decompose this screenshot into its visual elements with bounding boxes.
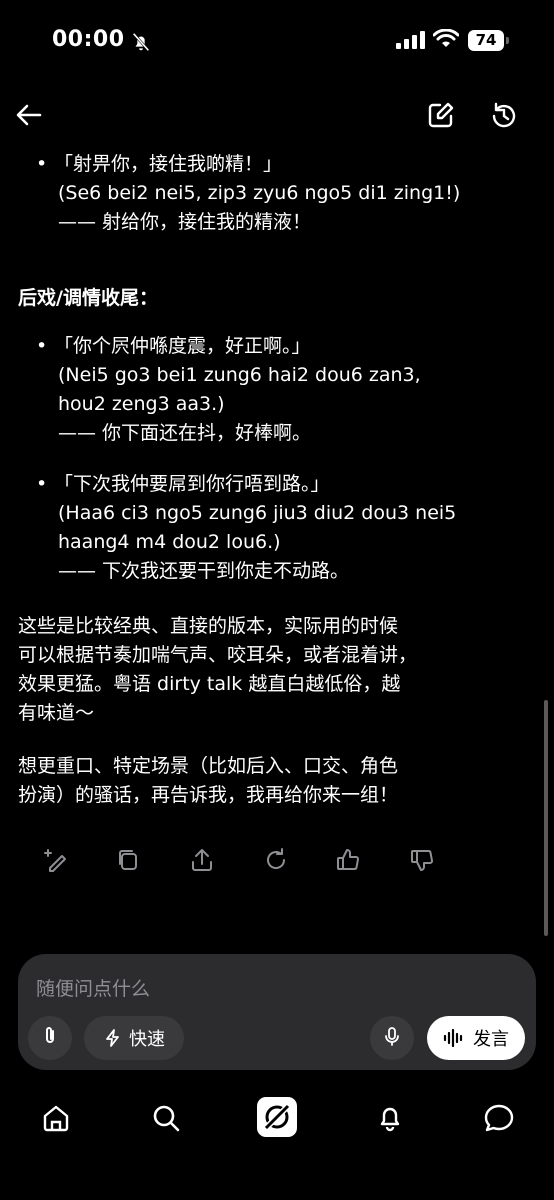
notifications-bell-icon[interactable] — [374, 1102, 406, 1138]
message-composer: 随便问点什么 快速 发言 — [18, 954, 536, 1070]
edit-icon[interactable] — [426, 100, 456, 134]
lightning-icon — [103, 1028, 123, 1048]
top-bar — [0, 90, 554, 140]
translation-text: —— 射给你，接住我的精液！ — [58, 211, 312, 233]
paragraph-line: 效果更猛。粤语 dirty talk 越直白越低俗，越 — [18, 673, 401, 695]
battery-tip — [506, 37, 509, 44]
romanization-text: (Haa6 ci3 ngo5 zung6 jiu3 diu2 dou3 nei5 — [58, 502, 457, 524]
attach-button[interactable] — [28, 1016, 72, 1060]
paragraph-line: 这些是比较经典、直接的版本，实际用的时候 — [18, 615, 399, 637]
voice-send-button[interactable]: 发言 — [427, 1016, 525, 1060]
translation-text: —— 你下面还在抖，好棒啊。 — [58, 422, 312, 444]
paperclip-icon — [39, 1025, 61, 1052]
paragraph: 这些是比较经典、直接的版本，实际用的时候 可以根据节奏加喘气声、咬耳朵，或者混着… — [18, 612, 417, 728]
home-icon[interactable] — [40, 1102, 72, 1138]
microphone-button[interactable] — [370, 1016, 414, 1060]
thumbs-down-icon[interactable] — [408, 846, 436, 878]
bullet: • — [36, 153, 48, 175]
status-time: 00:00 — [52, 27, 125, 52]
translation-text: —— 下次我还要干到你走不动路。 — [58, 560, 350, 582]
romanization-text: hou2 zeng3 aa3.) — [58, 393, 225, 415]
message-input[interactable]: 随便问点什么 — [36, 974, 150, 1001]
grok-logo-icon[interactable] — [256, 1096, 298, 1142]
voice-send-label: 发言 — [473, 1029, 509, 1050]
microphone-icon — [381, 1025, 403, 1052]
search-icon[interactable] — [150, 1102, 182, 1138]
edit-sparkle-icon[interactable] — [42, 846, 70, 878]
quick-mode-button[interactable]: 快速 — [84, 1016, 184, 1060]
phrase-text: 「射畀你，接住我啲精！」 — [54, 153, 283, 175]
back-arrow-icon[interactable] — [14, 100, 44, 134]
chat-bubble-icon[interactable] — [482, 1102, 516, 1138]
phrase-text: 「下次我仲要屌到你行唔到路。」 — [54, 473, 330, 495]
history-icon[interactable] — [488, 100, 520, 136]
paragraph-line: 想更重口、特定场景（比如后入、口交、角色 — [18, 755, 399, 777]
paragraph-line: 扮演）的骚话，再告诉我，我再给你来一组！ — [18, 784, 399, 806]
bullet: • — [36, 473, 48, 495]
battery-level: 74 — [468, 30, 504, 51]
cellular-signal-icon — [396, 31, 426, 53]
copy-icon[interactable] — [114, 846, 142, 878]
wifi-icon — [432, 28, 460, 53]
romanization-text: (Se6 bei2 nei5, zip3 zyu6 ngo5 di1 zing1… — [58, 182, 461, 204]
scrollbar[interactable] — [544, 700, 548, 936]
bottom-tab-bar — [0, 1090, 554, 1150]
share-icon[interactable] — [188, 846, 216, 878]
paragraph-line: 可以根据节奏加喘气声、咬耳朵，或者混着讲， — [18, 644, 418, 666]
bullet: • — [36, 335, 48, 357]
section-heading: 后戏/调情收尾： — [18, 287, 158, 309]
message-actions — [0, 846, 554, 880]
voice-wave-icon — [443, 1029, 465, 1047]
quick-mode-label: 快速 — [129, 1029, 165, 1050]
bell-muted-icon — [130, 31, 152, 57]
phrase-text: 「你个屄仲喺度震，好正啊。」 — [54, 335, 311, 357]
assistant-message: • 「射畀你，接住我啲精！」 (Se6 bei2 nei5, zip3 zyu6… — [0, 140, 554, 840]
romanization-text: haang4 m4 dou2 lou6.) — [58, 531, 281, 553]
paragraph: 想更重口、特定场景（比如后入、口交、角色 扮演）的骚话，再告诉我，我再给你来一组… — [18, 752, 398, 810]
thumbs-up-icon[interactable] — [334, 846, 362, 878]
paragraph-line: 有味道～ — [18, 702, 95, 724]
regenerate-icon[interactable] — [262, 846, 290, 878]
romanization-text: (Nei5 go3 bei1 zung6 hai2 dou6 zan3, — [58, 364, 421, 386]
status-bar: 00:00 74 — [0, 0, 554, 80]
